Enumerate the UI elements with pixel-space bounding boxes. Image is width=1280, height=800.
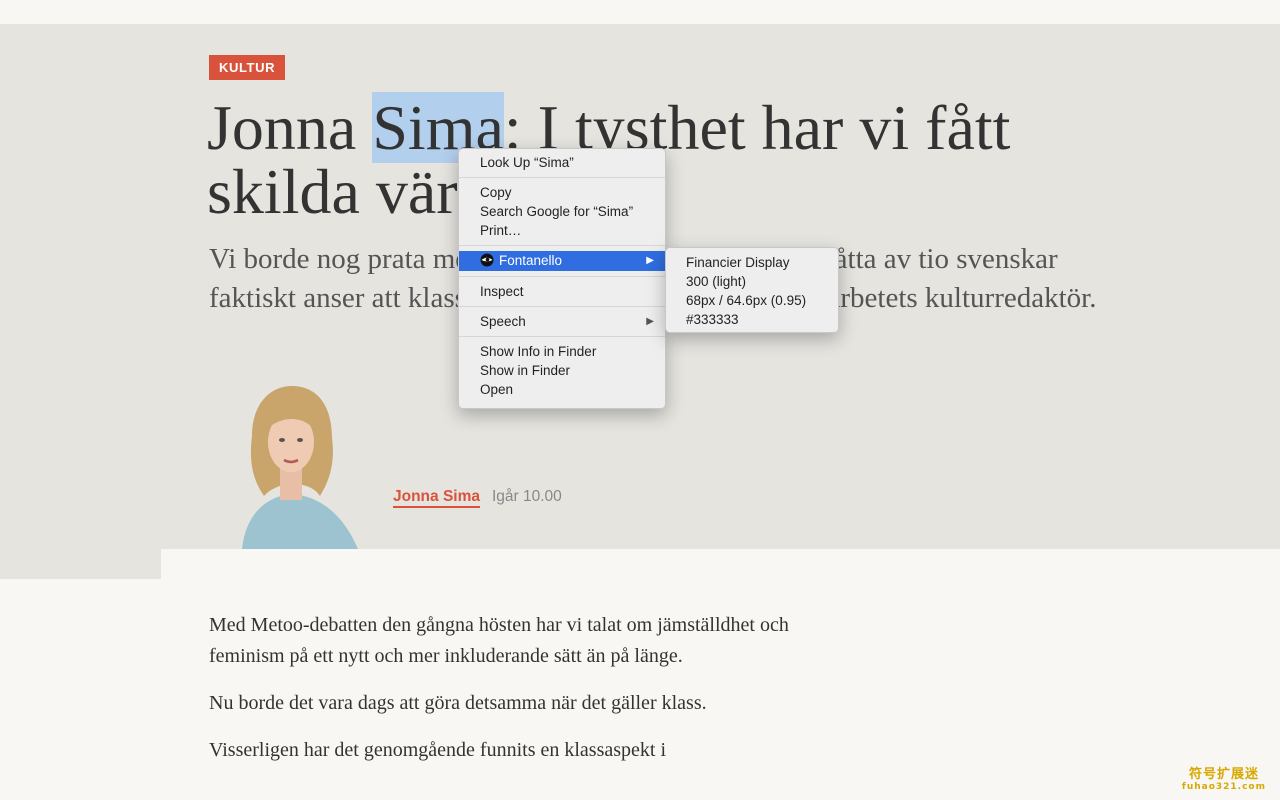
article-headline: Jonna Sima: I tysthet har vi fått skilda… (207, 92, 1167, 224)
menu-item-copy[interactable]: Copy (459, 183, 665, 202)
menu-item-label: Speech (480, 314, 526, 329)
body-paragraph: Visserligen har det genomgående funnits … (209, 739, 667, 761)
menu-item-look-up[interactable]: Look Up “Sima” (459, 153, 665, 172)
author-photo (222, 384, 362, 549)
content-panel-edge (161, 549, 1280, 589)
context-menu: Look Up “Sima” Copy Search Google for “S… (458, 148, 666, 409)
menu-item-search-google[interactable]: Search Google for “Sima” (459, 202, 665, 221)
chevron-right-icon: ▶ (646, 316, 654, 327)
menu-separator (459, 336, 665, 337)
body-paragraph: Med Metoo-debatten den gångna hösten har… (209, 614, 789, 667)
watermark-url: fuhao321.com (1181, 782, 1266, 792)
menu-item-inspect[interactable]: Inspect (459, 282, 665, 301)
menu-separator (459, 177, 665, 178)
menu-separator (459, 306, 665, 307)
category-badge[interactable]: KULTUR (209, 55, 286, 80)
watermark: 符号扩展迷 fuhao321.com (1182, 763, 1266, 792)
menu-item-open[interactable]: Open (459, 380, 665, 399)
menu-separator (459, 276, 665, 277)
author-link[interactable]: Jonna Sima (393, 488, 480, 508)
font-family-value: Financier Display (686, 255, 790, 270)
body-paragraph: Nu borde det vara dags att göra detsamma… (209, 692, 707, 714)
byline: Jonna Sima Igår 10.00 (393, 488, 562, 508)
font-color-value: #333333 (686, 312, 739, 327)
chevron-right-icon: ▶ (646, 255, 654, 266)
headline-text-before: Jonna (207, 92, 373, 163)
menu-item-show-info[interactable]: Show Info in Finder (459, 342, 665, 361)
menu-item-show-in-finder[interactable]: Show in Finder (459, 361, 665, 380)
font-weight-value: 300 (light) (686, 274, 747, 289)
menu-item-print[interactable]: Print… (459, 221, 665, 240)
article-body: Med Metoo-debatten den gångna hösten har… (209, 610, 829, 782)
font-size-value: 68px / 64.6px (0.95) (686, 293, 807, 308)
publish-time: Igår 10.00 (492, 488, 562, 505)
menu-separator (459, 245, 665, 246)
fontanello-submenu: Financier Display 300 (light) 68px / 64.… (665, 247, 839, 333)
menu-item-fontanello[interactable]: Fontanello ▶ (459, 251, 665, 271)
watermark-title: 符号扩展迷 (1188, 767, 1259, 782)
menu-item-speech[interactable]: Speech ▶ (459, 312, 665, 331)
menu-item-label: Fontanello (499, 253, 563, 268)
fontanello-eye-icon (480, 253, 494, 267)
